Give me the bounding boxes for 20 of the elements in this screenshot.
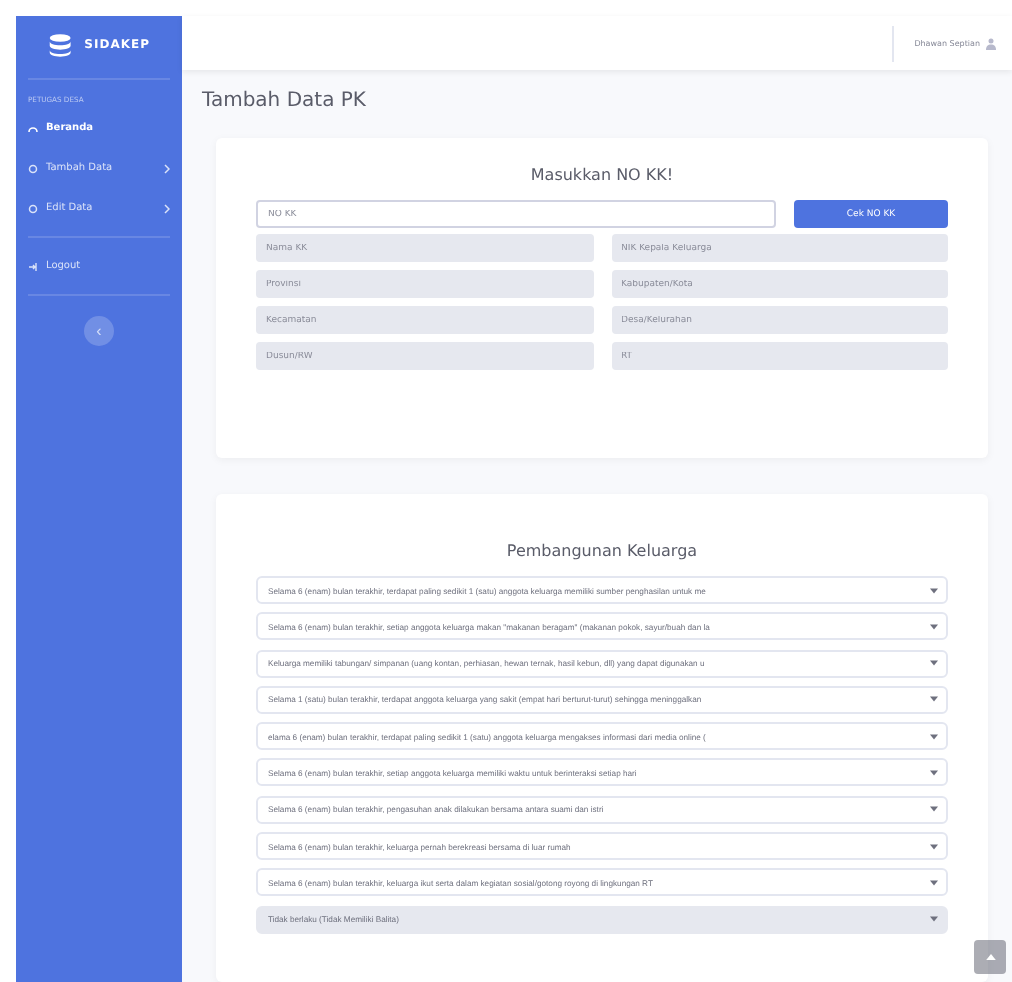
caret-icon (930, 769, 938, 776)
card-title: Pembangunan Keluarga (504, 542, 700, 560)
caret-icon (930, 696, 938, 703)
caret-icon (930, 660, 938, 667)
database-icon (48, 32, 73, 58)
dashboard-icon (28, 123, 38, 133)
caret-icon (930, 806, 938, 813)
logout-icon (28, 261, 38, 271)
card-title: Masukkan NO KK! (528, 166, 676, 184)
scroll-top-button[interactable] (974, 940, 1006, 974)
page-title: Tambah Data PK (202, 90, 368, 112)
circle-icon (28, 163, 38, 173)
circle-icon (28, 203, 38, 213)
caret-icon (930, 916, 938, 923)
caret-icon (930, 879, 938, 886)
caret-icon (930, 843, 938, 850)
caret-icon (930, 623, 938, 630)
user-icon[interactable] (986, 37, 996, 49)
caret-icon (930, 733, 938, 740)
caret-icon (930, 587, 938, 593)
